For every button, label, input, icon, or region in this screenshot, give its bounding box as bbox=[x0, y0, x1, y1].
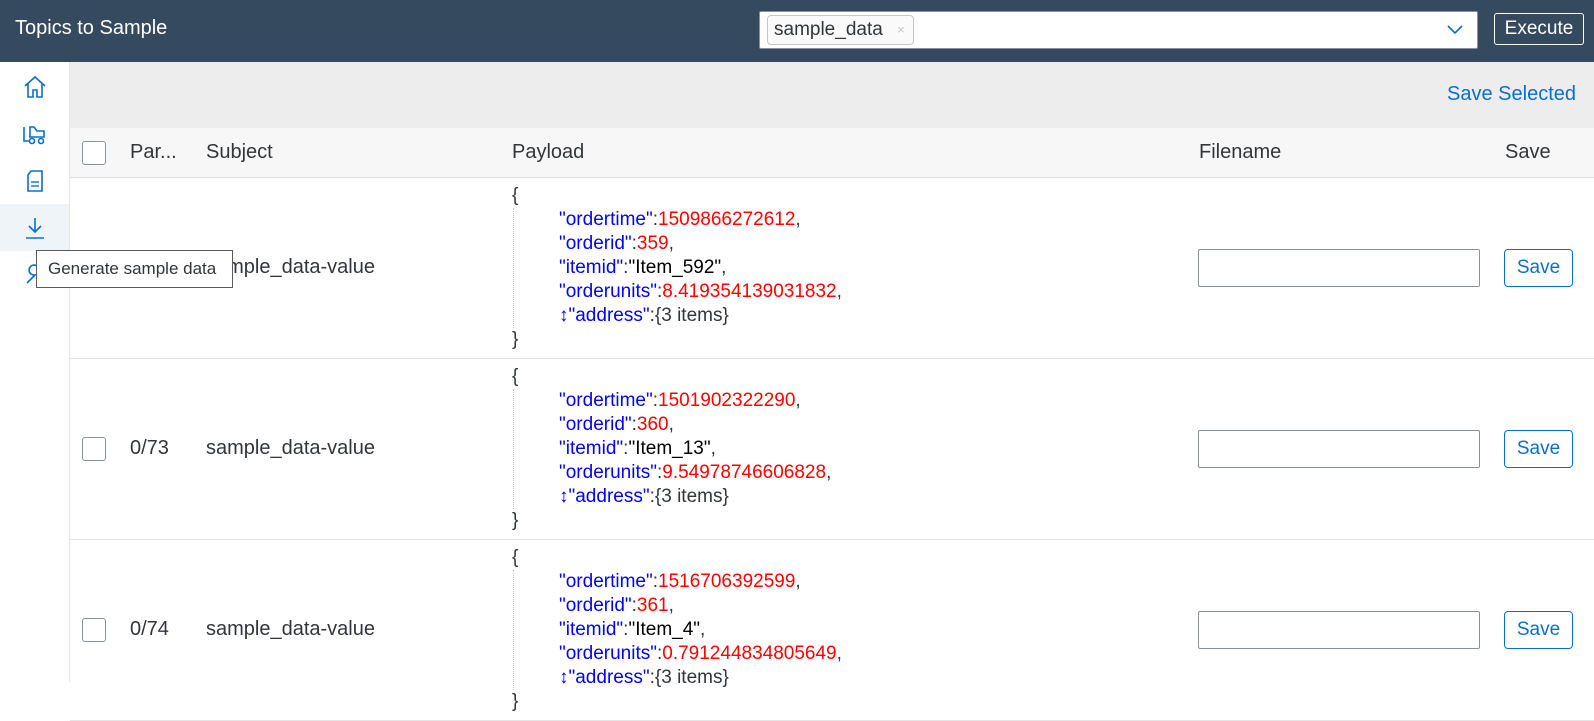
payload-value-orderunits: 0.791244834805649 bbox=[662, 643, 837, 664]
payload-value-orderunits: 9.54978746606828 bbox=[662, 462, 827, 483]
payload-value-orderid: 361 bbox=[636, 595, 669, 616]
home-icon bbox=[23, 75, 46, 98]
payload-key-orderunits: "orderunits" bbox=[559, 462, 657, 483]
row-select-checkbox[interactable] bbox=[82, 437, 106, 461]
payload-value-address: {3 items} bbox=[654, 667, 729, 688]
row-payload: {"ordertime":1501902322290, "orderid":360… bbox=[512, 366, 832, 531]
topic-token-label: sample_data bbox=[774, 19, 883, 40]
payload-value-orderid: 359 bbox=[636, 233, 669, 254]
document-icon bbox=[26, 169, 43, 192]
row-save-button[interactable]: Save bbox=[1504, 611, 1573, 649]
nav-item-home[interactable] bbox=[0, 63, 69, 110]
row-save-button[interactable]: Save bbox=[1504, 430, 1573, 468]
row-subject: sample_data-value bbox=[206, 437, 375, 459]
row-payload: {"ordertime":1509866272612, "orderid":359… bbox=[512, 185, 842, 350]
column-header-partition[interactable]: Par... bbox=[130, 141, 177, 164]
chevron-down-icon[interactable] bbox=[1447, 25, 1463, 35]
shell-header: Topics to Sample sample_data × Execute bbox=[0, 0, 1594, 62]
payload-value-address: {3 items} bbox=[654, 486, 729, 507]
payload-close-brace: } bbox=[512, 691, 519, 712]
column-header-subject[interactable]: Subject bbox=[206, 141, 273, 164]
payload-value-address: {3 items} bbox=[654, 305, 729, 326]
row-payload: {"ordertime":1516706392599, "orderid":361… bbox=[512, 547, 842, 712]
payload-key-itemid: "itemid" bbox=[559, 438, 624, 459]
payload-key-orderunits: "orderunits" bbox=[559, 643, 657, 664]
download-icon bbox=[25, 217, 44, 239]
table-row: 0/73 sample_data-value{"ordertime":150190… bbox=[70, 359, 1594, 540]
payload-key-orderid: "orderid" bbox=[559, 233, 632, 254]
filename-input[interactable] bbox=[1198, 430, 1480, 468]
select-all-checkbox[interactable] bbox=[82, 141, 106, 165]
nav-tooltip: Generate sample data bbox=[36, 250, 233, 288]
column-header-payload[interactable]: Payload bbox=[512, 141, 584, 164]
payload-value-itemid: "Item_4" bbox=[628, 619, 701, 640]
payload-expand-address[interactable]: ↕"address" bbox=[559, 486, 650, 507]
execute-button[interactable]: Execute bbox=[1494, 13, 1584, 45]
nav-item-generate-sample-data[interactable] bbox=[0, 204, 69, 251]
table-header: Par... Subject Payload Filename Save bbox=[70, 128, 1594, 178]
topic-token[interactable]: sample_data × bbox=[767, 15, 914, 45]
token-remove-icon[interactable]: × bbox=[897, 16, 905, 44]
save-selected-button[interactable]: Save Selected bbox=[1447, 83, 1576, 106]
payload-expand-address[interactable]: ↕"address" bbox=[559, 305, 650, 326]
payload-close-brace: } bbox=[512, 329, 519, 350]
payload-close-brace: } bbox=[512, 510, 519, 531]
row-partition: 0/74 bbox=[130, 618, 169, 640]
payload-value-ordertime: 1509866272612 bbox=[658, 209, 796, 230]
payload-open-brace: { bbox=[512, 547, 519, 568]
payload-value-orderunits: 8.419354139031832 bbox=[662, 281, 837, 302]
page-title: Topics to Sample bbox=[15, 17, 168, 39]
payload-value-itemid: "Item_592" bbox=[628, 257, 722, 278]
table-row: sample_data-value{"ordertime":1509866272… bbox=[70, 178, 1594, 359]
column-header-filename[interactable]: Filename bbox=[1199, 141, 1281, 164]
payload-key-ordertime: "ordertime" bbox=[559, 571, 653, 592]
row-subject: sample_data-value bbox=[206, 618, 375, 640]
table-toolbar: Save Selected bbox=[70, 62, 1594, 128]
nav-item-documents[interactable] bbox=[0, 157, 69, 204]
payload-value-ordertime: 1501902322290 bbox=[658, 390, 796, 411]
payload-key-ordertime: "ordertime" bbox=[559, 390, 653, 411]
filename-input[interactable] bbox=[1198, 611, 1480, 649]
side-navigation bbox=[0, 62, 70, 682]
payload-expand-address[interactable]: ↕"address" bbox=[559, 667, 650, 688]
row-save-button[interactable]: Save bbox=[1504, 249, 1573, 287]
payload-value-ordertime: 1516706392599 bbox=[658, 571, 796, 592]
row-partition: 0/73 bbox=[130, 437, 169, 459]
table-row: 0/74 sample_data-value{"ordertime":151670… bbox=[70, 540, 1594, 721]
filename-input[interactable] bbox=[1198, 249, 1480, 287]
payload-key-orderunits: "orderunits" bbox=[559, 281, 657, 302]
row-select-checkbox[interactable] bbox=[82, 618, 106, 642]
payload-open-brace: { bbox=[512, 366, 519, 387]
payload-key-itemid: "itemid" bbox=[559, 257, 624, 278]
payload-key-orderid: "orderid" bbox=[559, 414, 632, 435]
payload-key-orderid: "orderid" bbox=[559, 595, 632, 616]
forklift-icon bbox=[22, 125, 45, 144]
topic-multi-select[interactable]: sample_data × bbox=[759, 11, 1478, 49]
payload-key-ordertime: "ordertime" bbox=[559, 209, 653, 230]
payload-open-brace: { bbox=[512, 185, 519, 206]
payload-value-itemid: "Item_13" bbox=[628, 438, 711, 459]
column-header-save[interactable]: Save bbox=[1505, 141, 1551, 164]
payload-key-itemid: "itemid" bbox=[559, 619, 624, 640]
nav-item-forklift[interactable] bbox=[0, 110, 69, 157]
payload-value-orderid: 360 bbox=[636, 414, 669, 435]
